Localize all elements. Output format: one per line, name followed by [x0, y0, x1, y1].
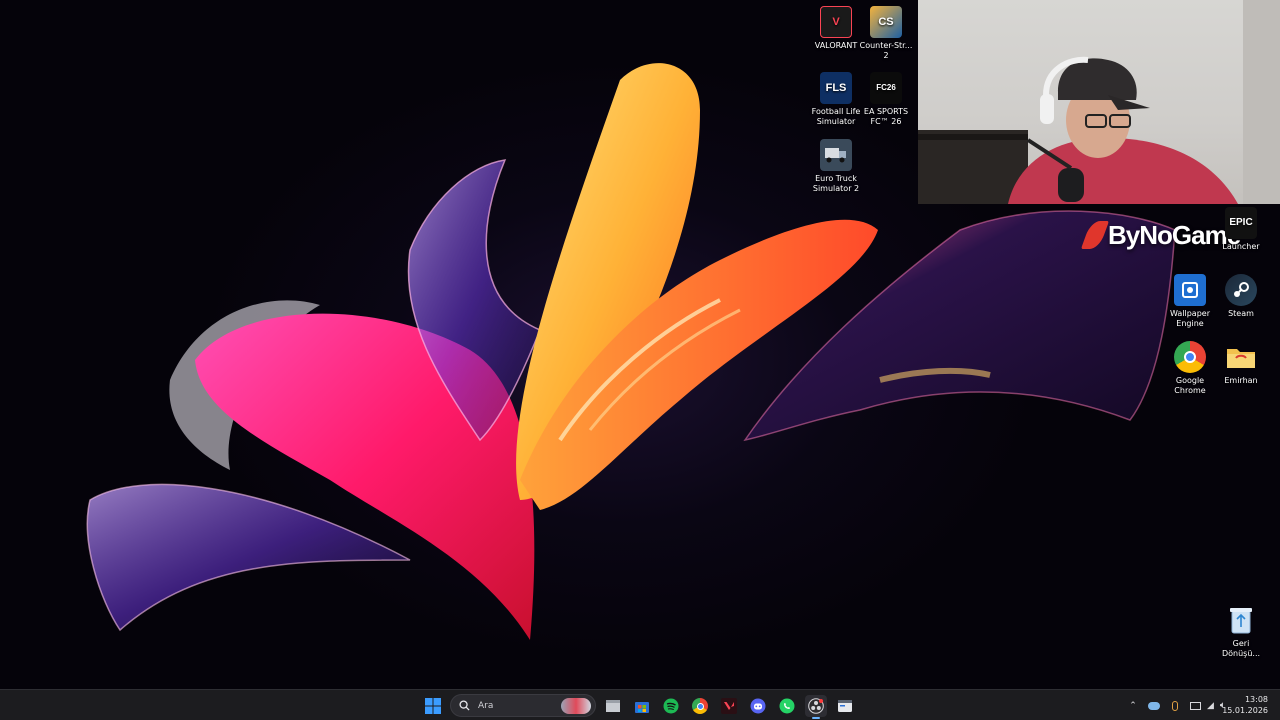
taskbar-clock[interactable]: 13:08 15.01.2026 [1222, 694, 1268, 716]
desktop-icon-steam[interactable]: Steam [1213, 274, 1269, 319]
whatsapp-icon [779, 698, 795, 714]
clock-time: 13:08 [1244, 695, 1268, 704]
chrome-icon [1174, 341, 1206, 373]
system-tray: ⌃ ◢ 🔈︎ [1126, 690, 1226, 720]
desktop-icon-label: Steam [1228, 309, 1254, 318]
active-app-indicator [812, 717, 820, 719]
terminal-icon [838, 700, 852, 712]
webcam-overlay [918, 0, 1280, 204]
desktop-icon-label: EA SPORTS FC™ 26 [863, 107, 909, 126]
desktop-icon-euro-truck[interactable]: Euro Truck Simulator 2 [808, 139, 864, 194]
streamer-camera-feed [918, 0, 1280, 204]
desktop-icon-ea-fc[interactable]: FC26 EA SPORTS FC™ 26 [858, 72, 914, 127]
spotify-icon [663, 698, 679, 714]
recycle-bin-icon [1225, 604, 1257, 636]
taskbar-valorant[interactable] [718, 695, 740, 717]
desktop-icon-label: Emirhan [1224, 376, 1258, 385]
display-icon[interactable] [1190, 701, 1201, 710]
desktop-icon-label: Football Life Simulator [811, 107, 861, 126]
brand-logo-icon [1080, 221, 1110, 249]
taskbar-discord[interactable] [747, 695, 769, 717]
search-placeholder: Ara [478, 700, 494, 711]
taskbar-obs[interactable] [805, 695, 827, 717]
desktop-icon-label: Counter-Str... 2 [859, 41, 913, 60]
file-explorer-icon [606, 700, 620, 712]
clock-date: 15.01.2026 [1222, 706, 1268, 715]
microphone-icon[interactable] [1172, 700, 1178, 711]
search-highlight-icon [561, 697, 591, 714]
desktop-icon-valorant[interactable]: V VALORANT [808, 6, 864, 51]
valorant-icon: V [820, 6, 852, 38]
desktop-icon-counter-strike[interactable]: CS Counter-Str... 2 [858, 6, 914, 61]
search-icon [459, 700, 470, 711]
taskbar: Ara ⌃ ◢ 🔈︎ 13:08 15.01.2026 [0, 689, 1280, 720]
desktop-icon-recycle-bin[interactable]: Geri Dönüşü... [1213, 604, 1269, 659]
ea-fc-icon: FC26 [870, 72, 902, 104]
windows-logo-icon [425, 698, 441, 714]
football-life-icon: FLS [820, 72, 852, 104]
steam-icon [1225, 274, 1257, 306]
desktop-icon-wallpaper-engine[interactable]: Wallpaper Engine [1162, 274, 1218, 329]
desktop-icon-label: Wallpaper Engine [1169, 309, 1210, 328]
desktop-icon-chrome[interactable]: Google Chrome [1162, 341, 1218, 396]
taskbar-microsoft-store[interactable] [631, 695, 653, 717]
taskbar-file-explorer[interactable] [602, 695, 624, 717]
taskbar-search[interactable]: Ara [450, 694, 596, 717]
taskbar-whatsapp[interactable] [776, 695, 798, 717]
taskbar-chrome[interactable] [689, 695, 711, 717]
desktop-icon-label: Euro Truck Simulator 2 [812, 174, 860, 193]
valorant-icon [721, 698, 737, 714]
wallpaper-engine-icon [1174, 274, 1206, 306]
network-icon[interactable]: ◢ [1207, 701, 1214, 711]
desktop-icon-label: Launcher [1222, 242, 1260, 251]
desktop-icon-football-life[interactable]: FLS Football Life Simulator [808, 72, 864, 127]
discord-icon [750, 698, 766, 714]
chrome-icon [692, 698, 708, 714]
onedrive-icon[interactable] [1148, 701, 1160, 710]
desktop-icon-label: VALORANT [814, 41, 858, 50]
desktop-icon-label: Geri Dönüşü... [1221, 639, 1261, 658]
epic-games-icon: EPIC [1225, 207, 1257, 239]
taskbar-terminal[interactable] [834, 695, 856, 717]
folder-icon [1225, 341, 1257, 373]
microsoft-store-icon [635, 702, 649, 713]
euro-truck-icon [820, 139, 852, 171]
desktop-icon-emirhan-folder[interactable]: Emirhan [1213, 341, 1269, 386]
taskbar-spotify[interactable] [660, 695, 682, 717]
desktop-icon-epic-games[interactable]: EPIC Launcher [1213, 207, 1269, 252]
tray-overflow-chevron-icon[interactable]: ⌃ [1126, 701, 1140, 711]
counter-strike-icon: CS [870, 6, 902, 38]
start-button[interactable] [422, 695, 444, 717]
obs-icon [808, 698, 824, 714]
desktop-icon-label: Google Chrome [1174, 376, 1206, 395]
